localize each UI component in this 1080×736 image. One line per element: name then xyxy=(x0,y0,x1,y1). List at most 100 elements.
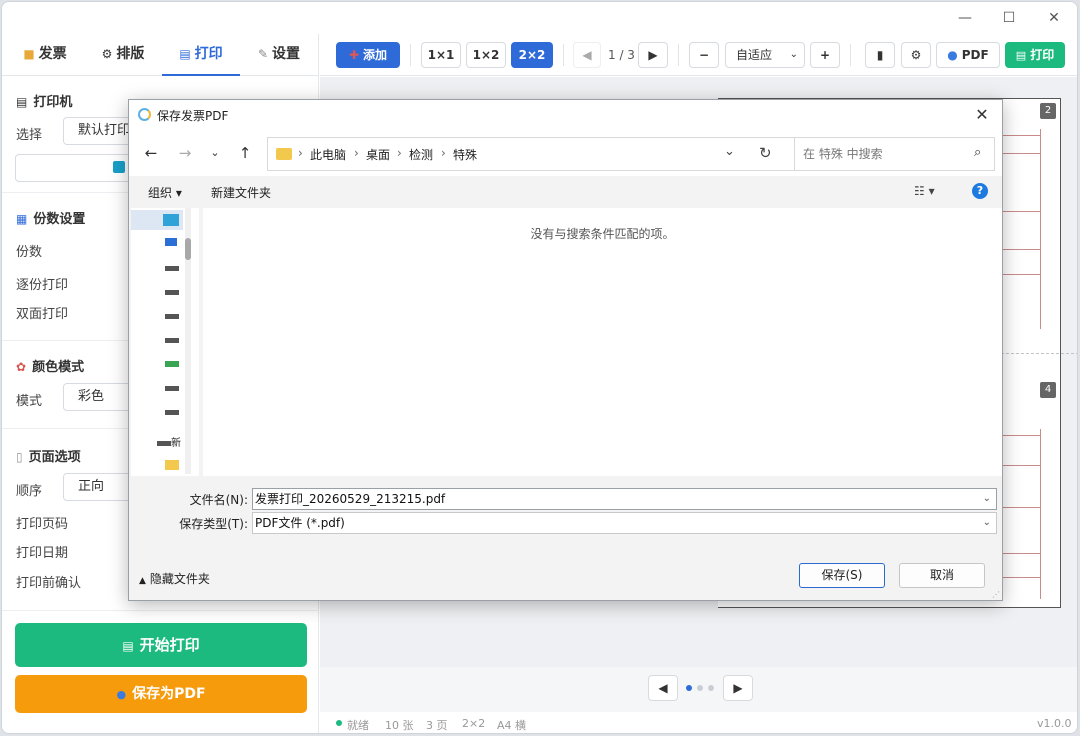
drive-glyph xyxy=(157,440,171,446)
next-page-button[interactable]: ▶ xyxy=(638,42,668,68)
status-version: v1.0.0 xyxy=(1037,717,1072,730)
pager-prev-button[interactable]: ◀ xyxy=(648,675,678,701)
page-badge: 4 xyxy=(1040,382,1056,398)
settings-button[interactable]: ⚙ xyxy=(901,42,931,68)
breadcrumb-item[interactable]: 检测 xyxy=(409,146,433,163)
zoom-select[interactable]: 自适应 ⌄ xyxy=(725,42,805,68)
recent-chevron-icon[interactable]: ⌄ xyxy=(205,143,225,163)
document-icon: ▯ xyxy=(16,450,23,464)
invoice-line xyxy=(1002,435,1040,436)
drive-icon[interactable] xyxy=(165,264,179,274)
filename-input[interactable]: 发票打印_20260529_213215.pdf ⌄ xyxy=(252,488,997,510)
new-folder-button[interactable]: 新建文件夹 xyxy=(211,184,271,201)
start-print-button[interactable]: ▤ 开始打印 xyxy=(15,623,307,667)
folder-icon[interactable] xyxy=(165,460,179,470)
dialog-command-bar: 组织 ▾ 新建文件夹 ☷ ▾ ? xyxy=(129,176,1002,208)
back-arrow-icon[interactable]: ← xyxy=(141,143,161,163)
breadcrumb-item[interactable]: 桌面 xyxy=(366,146,390,163)
windows-icon[interactable] xyxy=(165,238,179,248)
duplex-label: 双面打印 xyxy=(16,307,69,322)
invoice-line xyxy=(1002,553,1040,554)
save-button[interactable]: 保存(S) xyxy=(799,563,885,588)
trash-icon: ▮ xyxy=(876,48,884,62)
zoom-out-button[interactable]: − xyxy=(689,42,719,68)
address-dropdown-icon[interactable]: ⌄ xyxy=(724,144,735,159)
minimize-button[interactable]: — xyxy=(945,6,985,30)
zoom-value: 自适应 xyxy=(736,48,773,62)
page-badge: 2 xyxy=(1040,103,1056,119)
windows-glyph xyxy=(165,238,177,246)
order-label: 顺序 xyxy=(16,484,43,499)
tab-invoice[interactable]: ■ 发票 xyxy=(6,34,84,76)
triangle-left-icon: ◀ xyxy=(582,48,592,62)
breadcrumb-item[interactable]: 此电脑 xyxy=(310,146,346,163)
view-options-icon[interactable]: ☷ ▾ xyxy=(914,184,935,198)
drive-icon[interactable] xyxy=(165,288,179,298)
search-input[interactable]: 在 特殊 中搜索 xyxy=(794,137,995,171)
drive-glyph xyxy=(165,314,179,319)
organize-menu[interactable]: 组织 ▾ xyxy=(148,184,182,201)
invoice-line xyxy=(1002,249,1040,250)
pager-dot[interactable] xyxy=(686,685,692,691)
app-window: — ☐ ✕ ■ 发票 ⚙ 排版 ▤ 打印 ✎ 设置 ▤ 打印机 选择 默认打印 ▦ 份数设置… xyxy=(1,1,1078,734)
resize-grip-icon[interactable]: ⋰ xyxy=(992,590,1000,599)
filetype-value: PDF文件 (*.pdf) xyxy=(255,516,345,530)
prev-page-button[interactable]: ◀ xyxy=(573,42,601,68)
dialog-nav-row: ← → ⌄ ↑ › 此电脑 › 桌面 › 检测 › 特殊 ⌄ ↻ 在 特殊 中搜… xyxy=(129,130,1002,176)
gear-icon: ⚙ xyxy=(910,48,922,62)
printer-refresh-field[interactable] xyxy=(15,154,133,182)
dialog-close-button[interactable]: ✕ xyxy=(968,103,996,127)
drive-glyph xyxy=(165,386,179,391)
delete-button[interactable]: ▮ xyxy=(865,42,895,68)
breadcrumb-item[interactable]: 特殊 xyxy=(453,146,477,163)
maximize-button[interactable]: ☐ xyxy=(989,6,1029,30)
search-icon[interactable]: ⌕ xyxy=(974,145,981,160)
copies-section-title: ▦ 份数设置 xyxy=(16,208,85,227)
tab-settings[interactable]: ✎ 设置 xyxy=(240,34,318,76)
refresh-icon[interactable]: ↻ xyxy=(759,144,772,162)
print-date-label: 打印日期 xyxy=(16,546,69,561)
pager-dot[interactable] xyxy=(697,685,703,691)
filetype-select[interactable]: PDF文件 (*.pdf) ⌄ xyxy=(252,512,997,534)
pager-dot[interactable] xyxy=(708,685,714,691)
page-number-label: 打印页码 xyxy=(16,517,69,532)
nav-item-selected[interactable] xyxy=(131,210,183,230)
layout-1x1-button[interactable]: 1×1 xyxy=(421,42,461,68)
scroll-thumb[interactable] xyxy=(185,238,191,260)
hide-folders-label: 隐藏文件夹 xyxy=(149,572,210,586)
cancel-button[interactable]: 取消 xyxy=(899,563,985,588)
pager-next-button[interactable]: ▶ xyxy=(723,675,753,701)
filename-value: 发票打印_20260529_213215.pdf xyxy=(255,492,446,506)
drive-icon[interactable] xyxy=(165,312,179,322)
zoom-in-button[interactable]: + xyxy=(810,42,840,68)
forward-arrow-icon[interactable]: → xyxy=(175,143,195,163)
help-icon[interactable]: ? xyxy=(972,183,988,199)
up-arrow-icon[interactable]: ↑ xyxy=(235,143,255,163)
chevron-down-icon[interactable]: ⌄ xyxy=(983,489,991,509)
drive-icon[interactable] xyxy=(165,408,179,418)
status-count: 10 张 xyxy=(385,719,414,732)
copies-label: 份数 xyxy=(16,245,43,260)
status-bar: 就绪 10 张 3 页 2×2 A4 横 v1.0.0 xyxy=(320,712,1077,733)
layout-1x2-button[interactable]: 1×2 xyxy=(466,42,506,68)
layout-2x2-button[interactable]: 2×2 xyxy=(511,42,553,68)
drive-icon[interactable] xyxy=(165,384,179,394)
triangle-right-icon: ▶ xyxy=(648,48,658,62)
page-indicator: 1 / 3 xyxy=(608,48,635,62)
network-drive-icon[interactable] xyxy=(165,360,179,370)
save-pdf-button[interactable]: ● 保存为PDF xyxy=(15,675,307,713)
status-state: 就绪 xyxy=(347,719,369,732)
tab-layout[interactable]: ⚙ 排版 xyxy=(84,34,162,76)
nav-scrollbar[interactable] xyxy=(185,208,191,474)
add-button[interactable]: ✚ 添加 xyxy=(336,42,400,68)
print-button[interactable]: ▤ 打印 xyxy=(1005,42,1065,68)
drive-icon[interactable] xyxy=(165,336,179,346)
hide-folders-toggle[interactable]: ▲ 隐藏文件夹 xyxy=(139,570,210,587)
section-title-text: 打印机 xyxy=(33,95,73,110)
close-window-button[interactable]: ✕ xyxy=(1034,6,1074,30)
drive-glyph xyxy=(165,410,179,415)
pdf-button[interactable]: ● PDF xyxy=(936,42,1000,68)
nav-item-network[interactable]: 新 xyxy=(157,434,181,449)
breadcrumb-sep: › xyxy=(354,146,359,160)
tab-print[interactable]: ▤ 打印 xyxy=(162,34,240,76)
